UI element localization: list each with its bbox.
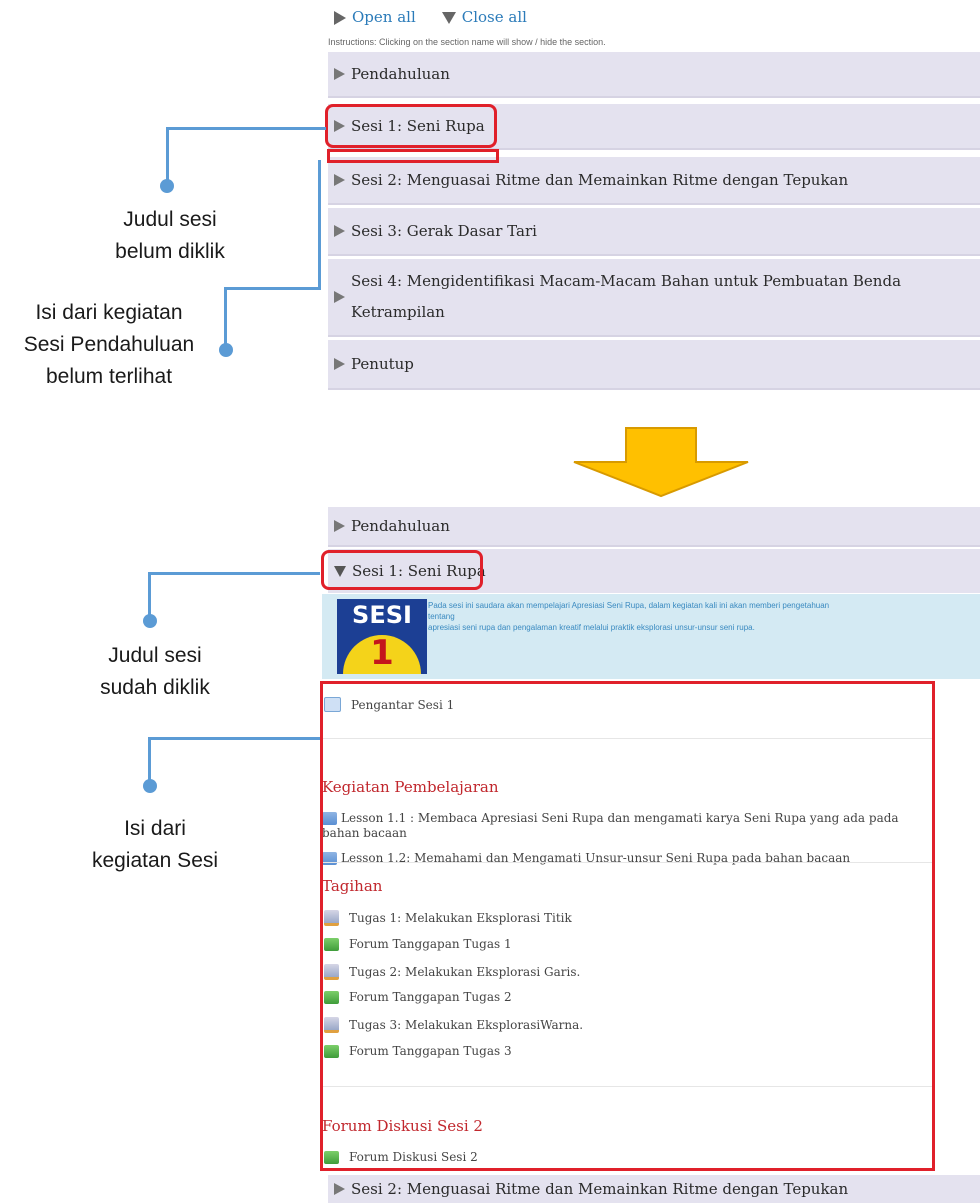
- sesi-logo: SESI 1: [337, 599, 427, 674]
- close-all-link[interactable]: Close all: [441, 8, 527, 26]
- collapsed-arrow-icon: [334, 520, 345, 532]
- banner-text-line: tentang: [428, 612, 455, 621]
- highlight-session-content: [320, 681, 935, 1171]
- sesi-logo-number: 1: [370, 633, 394, 673]
- highlight-sesi1-title-bottom: [321, 550, 483, 590]
- collapsed-arrow-icon: [334, 358, 345, 370]
- highlight-empty-content-top: [327, 149, 499, 163]
- connector-line: [148, 737, 151, 785]
- section-title: Sesi 2: Menguasai Ritme dan Memainkan Ri…: [351, 1180, 849, 1198]
- annotation-line: Judul sesi: [108, 644, 202, 667]
- annotation-line: Judul sesi: [123, 208, 217, 231]
- section-title: Sesi 2: Menguasai Ritme dan Memainkan Ri…: [351, 171, 849, 189]
- section-penutup-top[interactable]: Penutup: [328, 340, 980, 390]
- annotation-line: belum diklik: [115, 240, 225, 263]
- banner-text-line: apresiasi seni rupa dan pengalaman kreat…: [428, 623, 755, 632]
- annotation-line: Isi dari kegiatan: [35, 301, 183, 324]
- connector-dot: [160, 179, 174, 193]
- connector-line: [318, 160, 321, 290]
- section-title-line1: Sesi 4: Mengidentifikasi Macam-Macam Bah…: [351, 272, 902, 290]
- section-sesi2-top[interactable]: Sesi 2: Menguasai Ritme dan Memainkan Ri…: [328, 157, 980, 205]
- section-sesi4-top[interactable]: Sesi 4: Mengidentifikasi Macam-Macam Bah…: [328, 259, 980, 337]
- annotation-content-not-visible: Isi dari kegiatan Sesi Pendahuluan belum…: [4, 297, 214, 393]
- open-all-label: Open all: [352, 8, 416, 26]
- banner-description: Pada sesi ini saudara akan mempelajari A…: [428, 600, 976, 633]
- highlight-sesi1-title-top: [325, 104, 497, 148]
- connector-line: [148, 572, 320, 575]
- open-all-link[interactable]: Open all: [334, 8, 416, 26]
- connector-line: [224, 287, 320, 290]
- section-title: Sesi 3: Gerak Dasar Tari: [351, 222, 537, 240]
- sesi-logo-word: SESI: [352, 601, 412, 629]
- connector-line: [148, 737, 320, 740]
- section-title: Penutup: [351, 355, 414, 373]
- annotation-title-not-clicked: Judul sesi belum diklik: [95, 204, 245, 268]
- annotation-line: kegiatan Sesi: [91, 849, 219, 872]
- connector-dot: [143, 614, 157, 628]
- connector-line: [148, 572, 151, 620]
- collapsed-arrow-icon: [334, 291, 345, 303]
- annotation-title-clicked: Judul sesi sudah diklik: [75, 640, 235, 704]
- instructions-text: Instructions: Clicking on the section na…: [328, 37, 606, 47]
- collapsed-arrow-icon: [334, 1183, 345, 1195]
- annotation-line: sudah diklik: [100, 676, 210, 699]
- section-title: Pendahuluan: [351, 517, 450, 535]
- section-title: Pendahuluan: [351, 65, 450, 83]
- banner-text-line: Pada sesi ini saudara akan mempelajari A…: [428, 601, 830, 610]
- annotation-line: Sesi Pendahuluan: [23, 333, 195, 356]
- section-sesi2-bottom[interactable]: Sesi 2: Menguasai Ritme dan Memainkan Ri…: [328, 1175, 980, 1203]
- connector-line: [166, 127, 169, 185]
- connector-line: [166, 127, 326, 130]
- annotation-line: belum terlihat: [45, 365, 173, 388]
- collapsed-arrow-icon: [334, 225, 345, 237]
- session-banner: SESI 1 Pada sesi ini saudara akan mempel…: [322, 594, 980, 679]
- down-arrow-icon: [573, 427, 749, 498]
- section-title-line2: Ketrampilan: [351, 303, 445, 321]
- section-pendahuluan-top[interactable]: Pendahuluan: [328, 52, 980, 98]
- arrow-right-icon: [334, 11, 346, 25]
- connector-dot: [219, 343, 233, 357]
- connector-line: [224, 287, 227, 349]
- annotation-session-content: Isi dari kegiatan Sesi: [70, 813, 240, 877]
- section-pendahuluan-bottom[interactable]: Pendahuluan: [328, 507, 980, 547]
- section-title: Sesi 4: Mengidentifikasi Macam-Macam Bah…: [351, 266, 901, 328]
- expand-controls: Open all Close all: [334, 8, 527, 26]
- collapsed-arrow-icon: [334, 68, 345, 80]
- close-all-label: Close all: [461, 8, 527, 26]
- arrow-down-icon: [441, 12, 456, 24]
- annotation-line: Isi dari: [124, 817, 186, 840]
- collapsed-arrow-icon: [334, 174, 345, 186]
- section-sesi3-top[interactable]: Sesi 3: Gerak Dasar Tari: [328, 208, 980, 256]
- connector-dot: [143, 779, 157, 793]
